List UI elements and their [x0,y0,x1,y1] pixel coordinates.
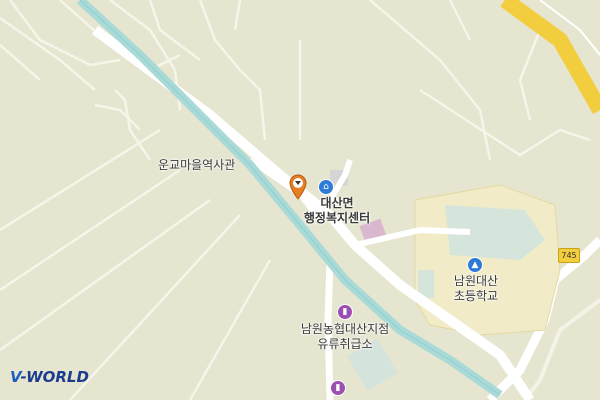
home-icon[interactable]: ⌂ [319,180,333,194]
gas-station-label-line1: 남원농협대산지점 [300,322,390,336]
admin-center-label: 대산면 행정복지센터 [292,196,382,226]
logo-world: -WORLD [20,368,89,386]
school-label: 남원대산 초등학교 [440,274,512,304]
logo-v: V [10,368,21,386]
map-canvas[interactable]: 운교마을역사관 대산면 행정복지센터 남원대산 초등학교 남원농협대산지점 유류… [0,0,600,400]
school-icon[interactable]: ▲ [468,258,482,272]
gas-station-label: 남원농협대산지점 유류취급소 [285,322,405,352]
school-label-line2: 초등학교 [453,289,499,303]
highway [500,0,600,114]
vworld-logo: V-WORLD [10,368,89,386]
school-label-line1: 남원대산 [453,274,499,288]
history-hall-label: 운교마을역사관 [158,158,236,172]
admin-center-label-line2: 행정복지센터 [303,211,371,225]
gas-station-label-line2: 유류취급소 [317,337,373,351]
gas-station-icon[interactable]: ▮ [331,381,345,395]
location-pin-icon[interactable] [288,174,308,200]
route-745-shield: 745 [558,248,580,263]
gas-station-icon[interactable]: ▮ [338,305,352,319]
